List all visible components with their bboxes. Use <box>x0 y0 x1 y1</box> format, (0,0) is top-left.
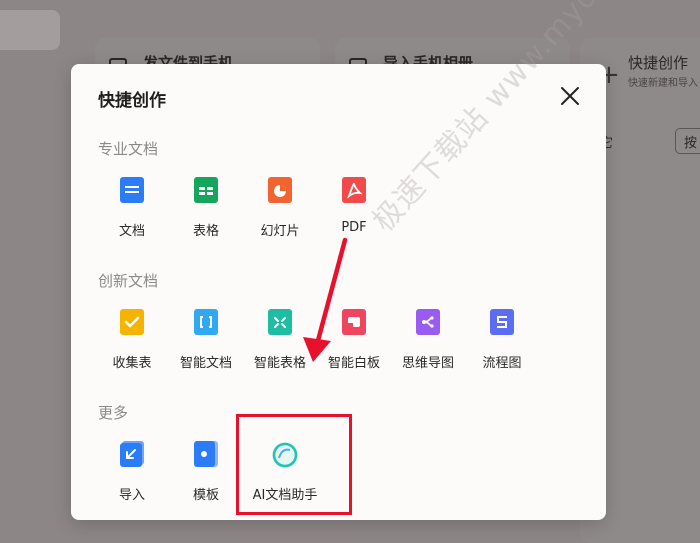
create-sheet-tile[interactable]: 表格 <box>169 176 243 248</box>
import-tile[interactable]: 导入 <box>95 440 169 512</box>
pdf-icon <box>340 176 368 204</box>
tile-label: 思维导图 <box>401 356 454 371</box>
close-button[interactable] <box>556 82 584 110</box>
section-professional-label: 专业文档 <box>98 140 159 158</box>
create-form-tile[interactable]: 收集表 <box>95 308 169 380</box>
section-more-label: 更多 <box>98 404 129 422</box>
tile-label: 幻灯片 <box>260 224 300 239</box>
close-icon <box>561 87 579 105</box>
tile-label: 模板 <box>192 488 219 503</box>
annotation-highlight-box <box>236 414 352 515</box>
create-smart-sheet-tile[interactable]: 智能表格 <box>243 308 317 380</box>
tile-label: 表格 <box>192 224 219 239</box>
smart-doc-icon <box>192 308 220 336</box>
quick-create-panel-subtitle: 快速新建和导入 <box>628 78 698 89</box>
create-smart-doc-tile[interactable]: 智能文档 <box>169 308 243 380</box>
template-tile[interactable]: 模板 <box>169 440 243 512</box>
quick-create-panel-title: 快捷创作 <box>628 54 689 72</box>
tile-label: 导入 <box>118 488 145 503</box>
flowchart-icon <box>488 308 516 336</box>
tile-label: 智能白板 <box>327 356 380 371</box>
sheet-icon <box>192 176 220 204</box>
create-slides-tile[interactable]: 幻灯片 <box>243 176 317 248</box>
create-flowchart-tile[interactable]: 流程图 <box>465 308 539 380</box>
tile-label: 收集表 <box>112 356 152 371</box>
create-doc-tile[interactable]: 文档 <box>95 176 169 248</box>
doc-icon <box>118 176 146 204</box>
tile-label: 流程图 <box>482 356 522 371</box>
template-icon <box>192 440 220 468</box>
tile-label: 文档 <box>118 224 145 239</box>
smart-sheet-icon <box>266 308 294 336</box>
create-mindmap-tile[interactable]: 思维导图 <box>391 308 465 380</box>
background-pill <box>0 10 60 50</box>
modal-title: 快捷创作 <box>98 91 166 111</box>
import-icon <box>118 440 146 468</box>
partial-button: 按 <box>675 128 700 154</box>
slides-icon <box>266 176 294 204</box>
create-whiteboard-tile[interactable]: 智能白板 <box>317 308 391 380</box>
mindmap-icon <box>414 308 442 336</box>
section-innovative-label: 创新文档 <box>98 272 159 290</box>
tile-label: 智能表格 <box>253 356 306 371</box>
form-icon <box>118 308 146 336</box>
whiteboard-icon <box>340 308 368 336</box>
tile-label: 智能文档 <box>179 356 232 371</box>
